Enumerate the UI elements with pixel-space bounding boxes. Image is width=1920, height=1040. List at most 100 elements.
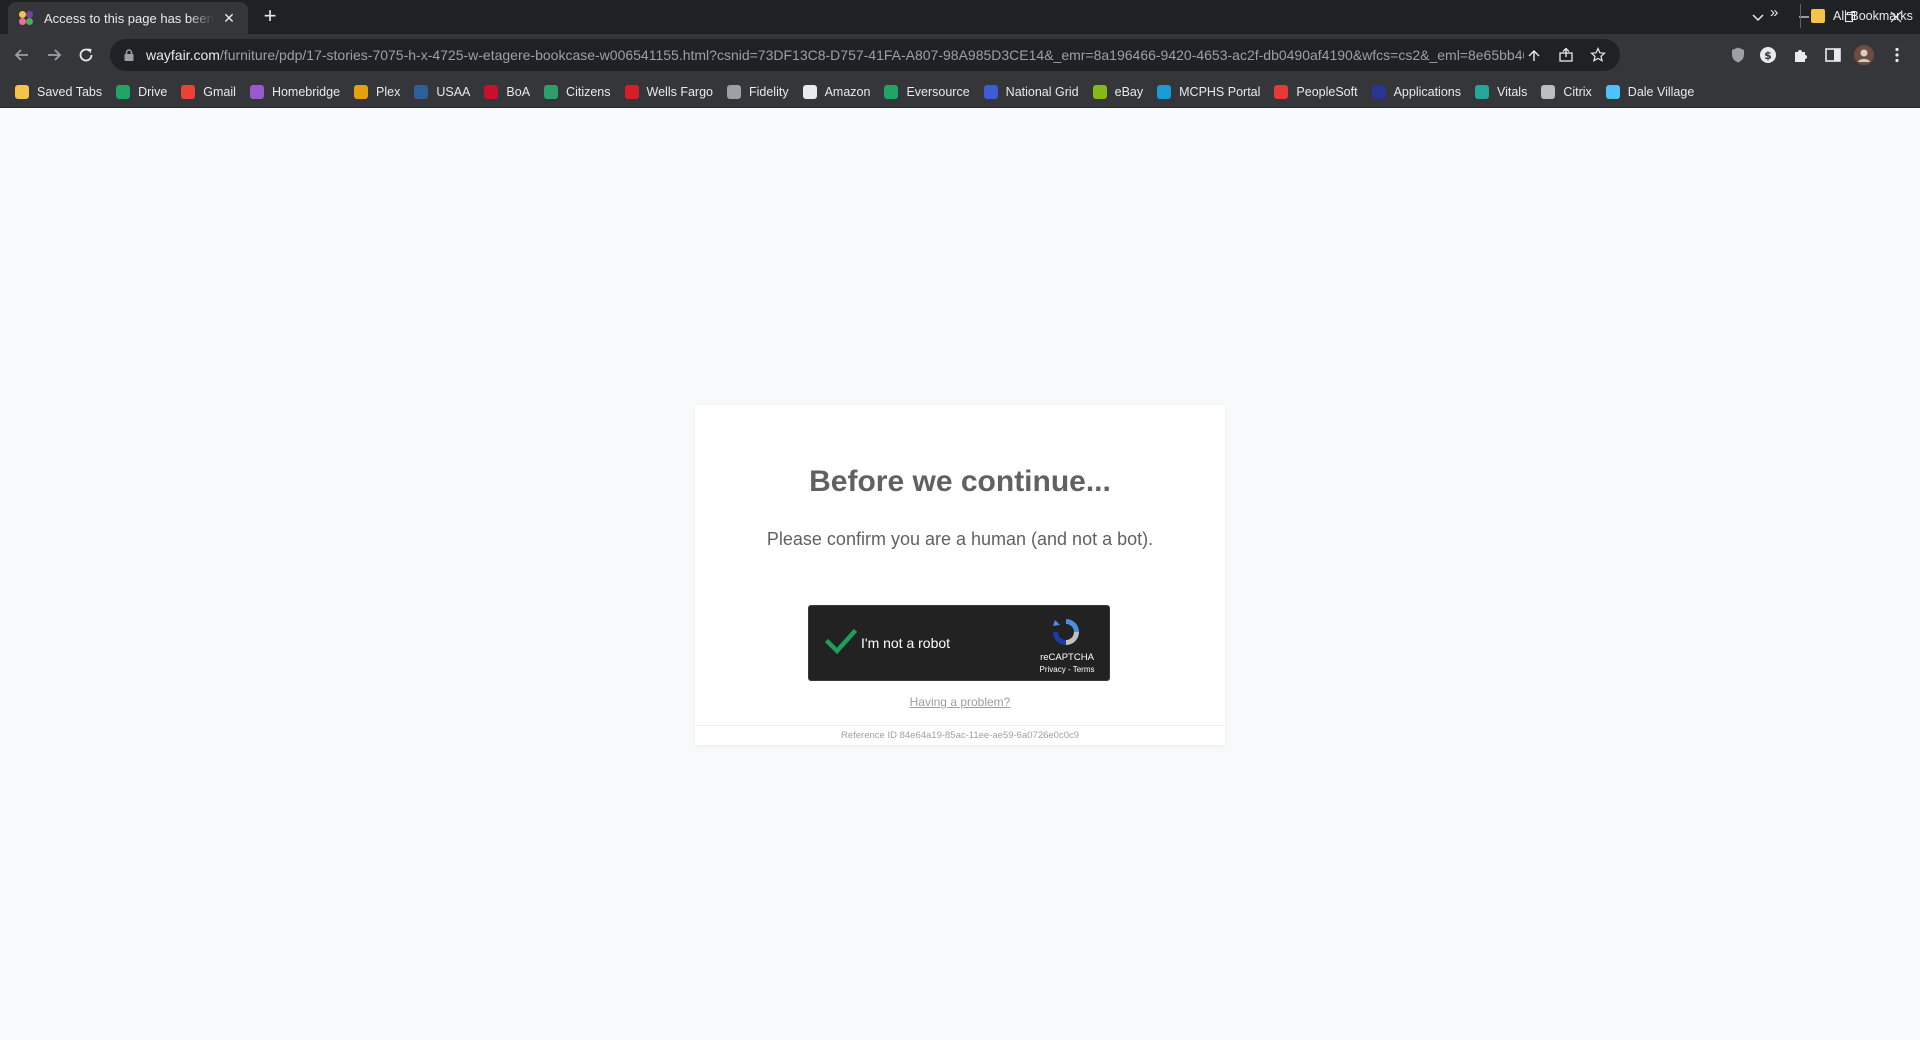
bookmark-favicon-icon	[1371, 84, 1386, 99]
bookmark-eversource[interactable]: Eversource	[877, 80, 976, 104]
svg-text:$: $	[1764, 49, 1772, 62]
bookmark-saved-tabs[interactable]: Saved Tabs	[8, 80, 109, 104]
bookmark-gmail[interactable]: Gmail	[174, 80, 243, 104]
forward-icon[interactable]	[42, 43, 66, 67]
bookmark-favicon-icon	[354, 84, 369, 99]
lock-icon[interactable]	[122, 48, 136, 62]
bookmark-label: Vitals	[1496, 84, 1528, 99]
bookmark-vitals[interactable]: Vitals	[1468, 80, 1534, 104]
bookmark-label: Citrix	[1563, 84, 1592, 99]
bookmark-favicon-icon	[802, 84, 817, 99]
bookmarks-bar: Saved Tabs Drive Gmail Homebridge Plex USAA Bo…	[0, 76, 1920, 108]
extensions-puzzle-icon[interactable]	[1790, 44, 1812, 66]
profile-avatar-icon[interactable]	[1853, 44, 1875, 66]
recaptcha-logo-icon	[1053, 619, 1079, 645]
address-bar[interactable]: wayfair.com/furniture/pdp/17-stories-707…	[110, 39, 1620, 71]
bookmark-favicon-icon	[726, 84, 741, 99]
bookmark-label: Dale Village	[1627, 84, 1695, 99]
bookmark-label: Drive	[138, 84, 168, 99]
all-bookmarks-folder[interactable]: All Bookmarks	[1800, 4, 1913, 28]
share-icon[interactable]	[1556, 45, 1576, 65]
bookmark-favicon-icon	[884, 84, 899, 99]
bookmark-label: Saved Tabs	[37, 84, 103, 99]
folder-icon	[1811, 9, 1825, 23]
recaptcha-widget[interactable]: I'm not a robot reCAPTCHA Privacy - Term…	[808, 605, 1110, 681]
bookmark-wells-fargo[interactable]: Wells Fargo	[618, 80, 720, 104]
bookmark-favicon-icon	[484, 84, 499, 99]
bookmark-homebridge[interactable]: Homebridge	[243, 80, 347, 104]
bookmark-label: PeopleSoft	[1296, 84, 1358, 99]
bookmark-favicon-icon	[414, 84, 429, 99]
bookmark-label: Amazon	[824, 84, 871, 99]
bookmark-citrix[interactable]: Citrix	[1534, 80, 1598, 104]
bookmark-favicon-icon	[1474, 84, 1489, 99]
bookmark-dale-village[interactable]: Dale Village	[1599, 80, 1701, 104]
bookmark-label: Plex	[376, 84, 401, 99]
bookmark-label: Applications	[1393, 84, 1461, 99]
bookmark-label: eBay	[1114, 84, 1144, 99]
wayfair-favicon-icon	[19, 11, 33, 25]
dollar-extension-icon[interactable]: $	[1757, 44, 1779, 66]
more-bookmarks-icon[interactable]: »	[1770, 4, 1778, 21]
bookmark-favicon-icon	[1092, 84, 1107, 99]
browser-toolbar: wayfair.com/furniture/pdp/17-stories-707…	[0, 34, 1920, 76]
reference-id: Reference ID 84e64a19-85ac-11ee-ae59-6a0…	[695, 725, 1225, 745]
page-subtitle: Please confirm you are a human (and not …	[766, 529, 1154, 549]
bookmark-usaa[interactable]: USAA	[407, 80, 477, 104]
side-panel-icon[interactable]	[1822, 44, 1844, 66]
bookmark-citizens[interactable]: Citizens	[537, 80, 617, 104]
bookmark-label: Wells Fargo	[646, 84, 713, 99]
bookmark-drive[interactable]: Drive	[109, 80, 174, 104]
tab-title: Access to this page has been denied	[44, 10, 214, 26]
bookmark-favicon-icon	[116, 84, 131, 99]
bookmark-label: MCPHS Portal	[1179, 84, 1261, 99]
bookmark-label: USAA	[436, 84, 471, 99]
bookmark-favicon-icon	[1605, 84, 1620, 99]
recaptcha-label: I'm not a robot	[861, 635, 951, 651]
bookmark-national-grid[interactable]: National Grid	[977, 80, 1086, 104]
bookmark-favicon-icon	[624, 84, 639, 99]
bookmark-plex[interactable]: Plex	[347, 80, 407, 104]
reload-icon[interactable]	[74, 43, 98, 67]
url-path: /furniture/pdp/17-stories-7075-h-x-4725-…	[219, 47, 1524, 63]
bookmark-fidelity[interactable]: Fidelity	[720, 80, 796, 104]
captcha-card: Before we continue... Please confirm you…	[695, 405, 1225, 745]
bookmark-label: Eversource	[906, 84, 970, 99]
bookmark-label: Homebridge	[271, 84, 341, 99]
install-app-icon[interactable]	[1524, 45, 1544, 65]
bookmark-label: Fidelity	[748, 84, 789, 99]
bookmark-applications[interactable]: Applications	[1365, 80, 1468, 104]
tab-bar: Access to this page has been denied ✕ +	[0, 0, 1920, 34]
url-text[interactable]: wayfair.com/furniture/pdp/17-stories-707…	[146, 47, 1524, 63]
new-tab-icon[interactable]: +	[258, 5, 282, 29]
all-bookmarks-label: All Bookmarks	[1833, 9, 1913, 23]
bookmark-favicon-icon	[249, 84, 264, 99]
having-a-problem-link[interactable]: Having a problem?	[695, 695, 1225, 709]
bookmark-label: Citizens	[566, 84, 611, 99]
bookmark-boa[interactable]: BoA	[477, 80, 537, 104]
recaptcha-brand: reCAPTCHA	[1040, 652, 1094, 663]
bookmark-favicon-icon	[983, 84, 998, 99]
bookmark-peoplesoft[interactable]: PeopleSoft	[1267, 80, 1364, 104]
bookmark-favicon-icon	[15, 84, 29, 99]
bookmark-mcphs-portal[interactable]: MCPHS Portal	[1150, 80, 1267, 104]
back-icon[interactable]	[10, 43, 34, 67]
checkmark-icon[interactable]	[825, 628, 857, 656]
bookmark-label: BoA	[506, 84, 531, 99]
tab-close-icon[interactable]: ✕	[220, 10, 238, 27]
bookmark-favicon-icon	[181, 84, 196, 99]
recaptcha-privacy-terms-link[interactable]: Privacy - Terms	[1027, 665, 1107, 674]
bookmark-label: Gmail	[203, 84, 236, 99]
browser-tab[interactable]: Access to this page has been denied ✕	[8, 2, 248, 34]
bookmark-favicon-icon	[1541, 84, 1556, 99]
bookmark-ebay[interactable]: eBay	[1086, 80, 1151, 104]
url-host: wayfair.com	[146, 47, 220, 63]
page-title: Before we continue...	[809, 465, 1111, 498]
bookmark-label: National Grid	[1005, 84, 1079, 99]
chrome-menu-icon[interactable]	[1886, 44, 1908, 66]
bookmark-amazon[interactable]: Amazon	[796, 80, 878, 104]
bookmark-favicon-icon	[1274, 84, 1289, 99]
bookmark-favicon-icon	[544, 84, 559, 99]
shield-extension-icon[interactable]	[1727, 44, 1749, 66]
bookmark-star-icon[interactable]	[1588, 45, 1608, 65]
